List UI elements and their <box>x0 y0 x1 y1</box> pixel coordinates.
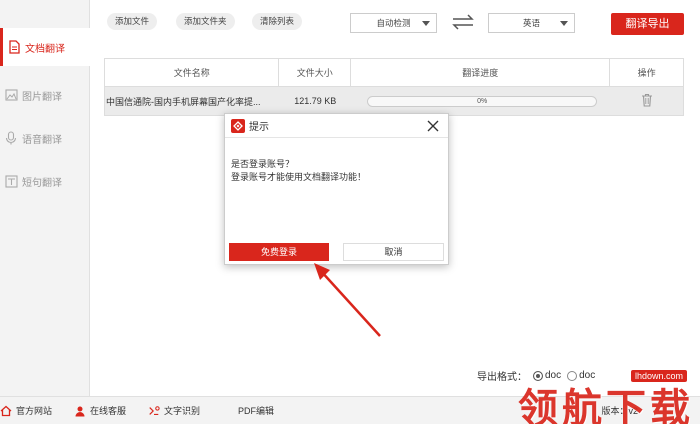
header-progress: 翻译进度 <box>351 59 611 86</box>
toolbar: 添加文件 添加文件夹 清除列表 自动检测 英语 翻译导出 <box>90 0 700 48</box>
support-icon <box>74 405 86 417</box>
official-website-label: 官方网站 <box>16 406 53 416</box>
dialog-title: 提示 <box>249 122 269 133</box>
target-language-value: 英语 <box>522 18 540 28</box>
home-icon <box>0 405 12 417</box>
sidebar-item-image-translate[interactable]: 图片翻译 <box>0 76 90 114</box>
official-website-link[interactable]: 官方网站 <box>0 404 52 417</box>
source-language-select[interactable]: 自动检测 <box>350 13 437 33</box>
ocr-link[interactable]: 文字识别 <box>148 404 200 417</box>
progress-cell: 0% <box>351 87 610 115</box>
dialog-message: 是否登录账号？ 登录账号才能使用文档翻译功能！ <box>225 138 448 184</box>
progress-bar: 0% <box>367 95 598 107</box>
chevron-down-icon <box>422 21 430 26</box>
target-language-select[interactable]: 英语 <box>488 13 575 33</box>
progress-text: 0% <box>477 97 488 105</box>
text-icon <box>4 174 18 188</box>
header-actions: 操作 <box>637 68 656 78</box>
pdf-edit-link[interactable]: PDF编辑 <box>222 404 274 417</box>
dialog-message-line-2: 登录账号才能使用文档翻译功能！ <box>231 172 367 182</box>
ocr-label: 文字识别 <box>164 406 201 416</box>
sidebar-item-label: 文档翻译 <box>25 43 65 55</box>
sidebar-item-document-translate[interactable]: 文档翻译 <box>0 28 90 66</box>
trash-icon <box>641 93 653 109</box>
annotation-arrow <box>314 263 381 337</box>
add-file-button[interactable]: 添加文件 <box>107 13 158 30</box>
ocr-icon <box>148 405 160 417</box>
watermark-text: 领航下载 <box>518 386 694 424</box>
table-row[interactable]: 中国信通院-国内手机屏幕国产化率提... 121.79 KB 0% <box>105 87 683 115</box>
swap-languages-icon[interactable] <box>451 14 475 33</box>
chevron-down-icon <box>560 21 568 26</box>
delete-button[interactable] <box>610 87 683 115</box>
document-icon <box>7 40 21 54</box>
file-table: 文件名称 文件大小 翻译进度 操作 中国信通院-国内手机屏幕国产化率提... 1… <box>104 58 684 116</box>
pdf-edit-label: PDF编辑 <box>238 406 275 416</box>
sidebar-item-label: 短句翻译 <box>22 177 62 189</box>
table-header: 文件名称 文件大小 翻译进度 操作 <box>105 59 683 87</box>
clear-list-button[interactable]: 清除列表 <box>252 13 303 30</box>
watermark-badge: lhdown.com <box>631 370 688 382</box>
online-support-link[interactable]: 在线客服 <box>74 404 126 417</box>
sidebar: 文档翻译 图片翻译 语音翻译 短句翻译 <box>0 0 90 396</box>
header-file-name: 文件名称 <box>105 59 280 86</box>
sidebar-item-label: 语音翻译 <box>22 134 62 146</box>
translate-export-button[interactable]: 翻译导出 <box>611 13 684 35</box>
dialog-message-line-1: 是否登录账号？ <box>231 159 295 169</box>
image-icon <box>4 88 18 102</box>
login-prompt-dialog: 提示 是否登录账号？ 登录账号才能使用文档翻译功能！ 免费登录 取消 <box>224 113 449 265</box>
source-language-value: 自动检测 <box>376 18 411 28</box>
sidebar-item-voice-translate[interactable]: 语音翻译 <box>0 119 90 157</box>
app-logo-icon <box>231 118 245 133</box>
file-name-cell: 中国信通院-国内手机屏幕国产化率提... <box>106 96 261 107</box>
online-support-label: 在线客服 <box>90 406 127 416</box>
header-file-size: 文件大小 <box>279 59 352 86</box>
add-folder-button[interactable]: 添加文件夹 <box>176 13 235 30</box>
dialog-header: 提示 <box>225 114 448 138</box>
sidebar-item-label: 图片翻译 <box>22 91 62 103</box>
file-size-cell: 121.79 KB <box>294 96 337 106</box>
pdf-icon <box>222 405 234 417</box>
close-icon[interactable] <box>426 119 440 133</box>
microphone-icon <box>4 131 18 145</box>
sidebar-item-sentence-translate[interactable]: 短句翻译 <box>0 162 90 200</box>
